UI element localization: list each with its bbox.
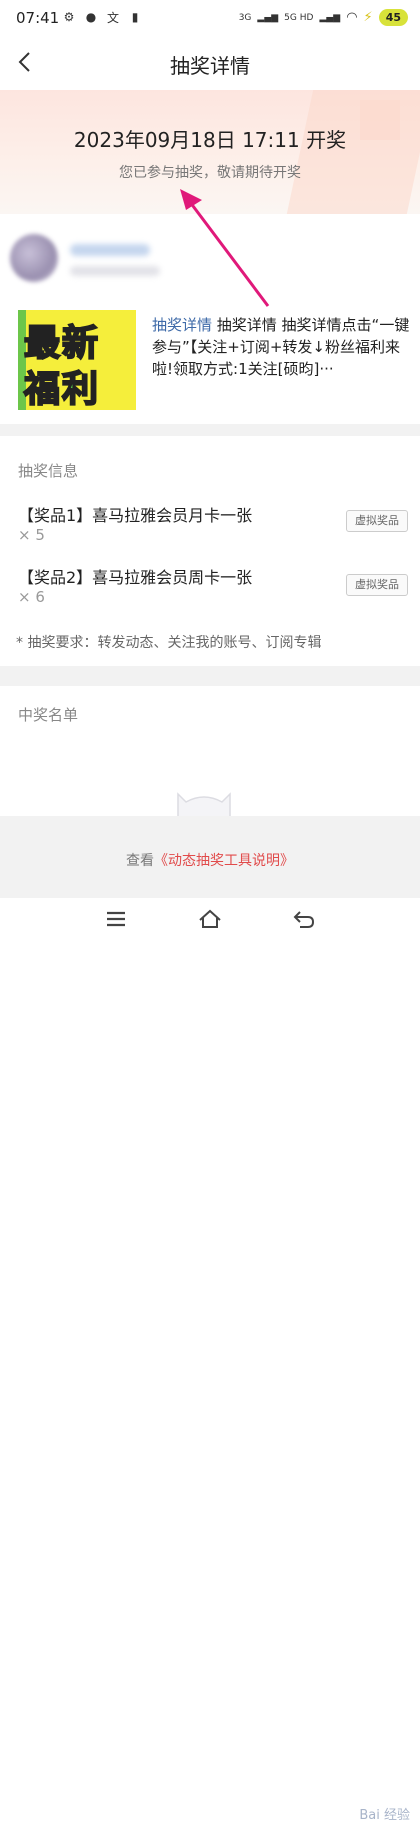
divider <box>0 424 420 436</box>
nav-bar: 抽奖详情 <box>0 36 420 90</box>
thumbnail-text-2: 福利 <box>23 368 101 410</box>
post-link[interactable]: 抽奖详情 <box>152 316 212 334</box>
thumbnail-text-1: 最新 <box>23 322 101 365</box>
network-5g-label: 5G HD <box>284 12 314 23</box>
avatar[interactable] <box>10 234 58 282</box>
status-notification-icons: ⚙ ● 文 ▮ <box>62 10 142 25</box>
charging-icon: ⚡ <box>363 10 373 25</box>
system-nav-bar: Bai 经验 <box>0 898 420 1823</box>
divider <box>0 666 420 686</box>
wifi-icon: ◠ <box>346 10 358 25</box>
battery-badge: 45 <box>378 9 408 26</box>
back-return-icon[interactable] <box>292 908 316 930</box>
signal-bars-icon: ▂▄▆ <box>319 12 341 23</box>
draw-requirement: * 抽奖要求：转发动态、关注我的账号、订阅专辑 <box>16 635 322 651</box>
prize-1-name: 【奖品1】喜马拉雅会员月卡一张 <box>18 506 253 525</box>
prize-2-quantity: × 6 <box>18 588 45 606</box>
hamburger-icon[interactable] <box>104 908 128 930</box>
participation-status: 您已参与抽奖，敬请期待开奖 <box>119 165 301 181</box>
status-right-icons: 3G ▂▄▆ 5G HD ▂▄▆ ◠ ⚡ 45 <box>239 9 408 26</box>
translate-icon: 文 <box>106 10 119 25</box>
post-thumbnail[interactable]: 最新 福利 <box>18 310 136 410</box>
status-bar: 07:41 ⚙ ● 文 ▮ 3G ▂▄▆ 5G HD ▂▄▆ ◠ ⚡ 45 <box>0 0 420 36</box>
watermark: Bai 经验 <box>359 1808 410 1823</box>
prize-2-name: 【奖品2】喜马拉雅会员周卡一张 <box>18 568 253 587</box>
prize-info-section: 抽奖信息 【奖品1】喜马拉雅会员月卡一张 × 5 虚拟奖品 【奖品2】喜马拉雅会… <box>0 436 420 666</box>
gear-icon: ⚙ <box>63 10 75 24</box>
page-title: 抽奖详情 <box>170 54 250 78</box>
section-title-prize-info: 抽奖信息 <box>18 462 79 480</box>
footer-text: 查看《动态抽奖工具说明》 <box>0 850 420 870</box>
section-title-winners: 中奖名单 <box>18 706 79 724</box>
draw-status-banner: 2023年09月18日 17:11 开奖 您已参与抽奖，敬请期待开奖 <box>0 90 420 214</box>
post-summary[interactable]: 抽奖详情 抽奖详情 抽奖详情点击“一键参与”【关注+订阅+转发↓粉丝福利来啦!领… <box>152 314 414 380</box>
signal-bars-icon: ▂▄▆ <box>257 12 279 23</box>
footer-bar: 查看《动态抽奖工具说明》 <box>0 816 420 898</box>
username-blurred <box>70 244 150 256</box>
empty-cat-icon <box>177 792 231 818</box>
prize-1-tag: 虚拟奖品 <box>346 510 408 532</box>
footer-prefix: 查看 <box>126 853 154 869</box>
sim-card-icon: ▮ <box>131 10 139 24</box>
post-meta-blurred <box>70 266 160 276</box>
prize-2-tag: 虚拟奖品 <box>346 574 408 596</box>
prize-1-quantity: × 5 <box>18 526 45 544</box>
tool-instructions-link[interactable]: 《动态抽奖工具说明》 <box>154 853 294 869</box>
home-icon[interactable] <box>198 908 222 930</box>
network-3g-label: 3G <box>238 12 252 23</box>
status-time: 07:41 <box>16 9 60 27</box>
chat-bubble-icon: ● <box>85 10 97 24</box>
post-card[interactable]: 最新 福利 抽奖详情 抽奖详情 抽奖详情点击“一键参与”【关注+订阅+转发↓粉丝… <box>0 214 420 424</box>
winners-section: 中奖名单 <box>0 686 420 818</box>
draw-time: 2023年09月18日 17:11 开奖 <box>73 128 347 152</box>
